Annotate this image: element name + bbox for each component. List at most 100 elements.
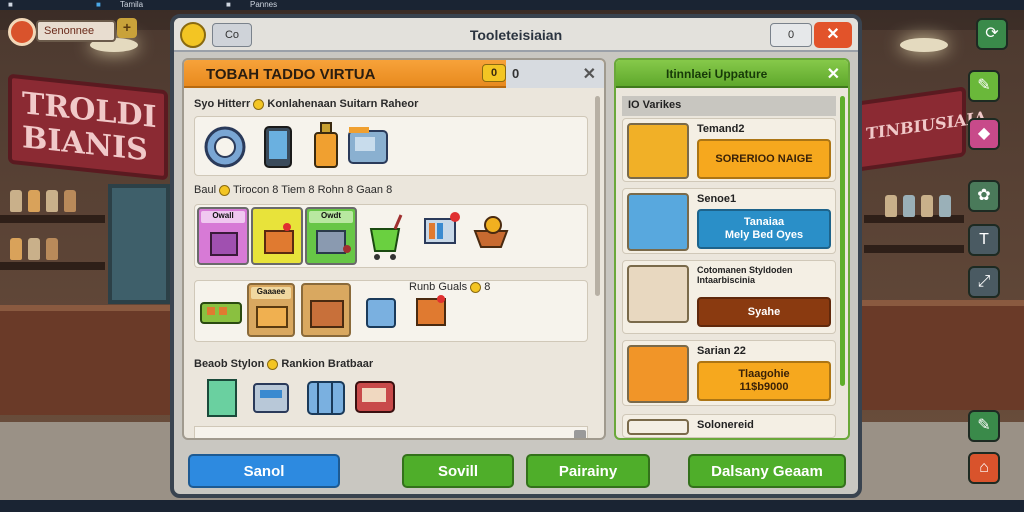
item-row: [194, 374, 588, 424]
currency-pill: Senonnee: [36, 20, 116, 42]
machine-item-icon[interactable]: [345, 123, 391, 169]
buy-button[interactable]: Pairainy: [526, 454, 650, 488]
cooler-item-icon[interactable]: [252, 378, 292, 418]
coin-icon: [470, 281, 482, 293]
shop-counter: [0, 305, 175, 415]
catalog-tab-number: 0: [512, 66, 520, 81]
app-icon: ■: [8, 0, 13, 9]
item-card[interactable]: Owdt: [305, 207, 357, 265]
tool-icon[interactable]: ✎: [968, 70, 1000, 102]
item-price-number: 8: [484, 281, 491, 293]
refresh-icon[interactable]: ⟳: [976, 18, 1008, 50]
shelf-bottle: [10, 238, 22, 260]
plant-icon[interactable]: ✿: [968, 180, 1000, 212]
item-card[interactable]: Owall: [197, 207, 249, 265]
upgrade-item-icon: [627, 419, 689, 435]
shop-counter: [859, 300, 1024, 410]
tank-item-icon[interactable]: [304, 374, 348, 420]
shelf-bottle: [885, 195, 897, 217]
item-card[interactable]: Gaaaee: [247, 283, 295, 337]
section-label-text: Syo Hitterr: [194, 98, 251, 110]
app-label: Tamila: [120, 0, 144, 9]
upgrade-item-icon: [627, 265, 689, 323]
window-control-button[interactable]: 0: [770, 23, 812, 47]
coin-icon: [219, 184, 231, 196]
add-currency-button[interactable]: +: [117, 18, 137, 38]
section-label-text: Konlahenaan Suitarn Raheor: [267, 98, 419, 110]
price-number: 8: [272, 184, 279, 196]
catalog-header: TOBAH TADDO VIRTUA 0 0 ✕: [184, 60, 604, 88]
upgrade-item: Temand2 SORERIOO NAIGE: [622, 118, 836, 182]
item-card[interactable]: [251, 207, 303, 265]
package-icon: [256, 306, 288, 328]
upgrade-item-icon: [627, 345, 689, 403]
upgrade-subheader: IO Varikes: [622, 96, 836, 116]
upgrade-item-button[interactable]: Syahe: [697, 297, 831, 327]
basket-item-icon[interactable]: [471, 211, 511, 251]
upgrade-title: Itinnlaei Uppature: [666, 67, 768, 81]
catalog-close-icon[interactable]: ✕: [583, 64, 596, 84]
bottle-item-icon[interactable]: [311, 121, 341, 171]
box-item-icon[interactable]: [413, 291, 449, 331]
ring-item-icon[interactable]: [201, 123, 249, 171]
confirm-button[interactable]: Dalsany Geaam: [688, 454, 846, 488]
coin-icon: [253, 98, 265, 110]
crate-icon: [310, 300, 344, 328]
upgrade-close-icon[interactable]: ✕: [827, 64, 840, 84]
expand-icon[interactable]: ⤢: [968, 266, 1000, 298]
top-bar: ■ ■ Tamila ■ Pannes: [0, 0, 1024, 10]
display-item-icon[interactable]: [423, 211, 461, 247]
shelf-bottle: [10, 190, 22, 212]
cancel-button[interactable]: Sanol: [188, 454, 340, 488]
item-card[interactable]: [301, 283, 351, 337]
box-icon: [210, 232, 238, 256]
ceiling-lamp: [900, 38, 948, 52]
shelf-bottle: [939, 195, 951, 217]
tray-item-icon[interactable]: [199, 295, 245, 329]
upgrade-item-button[interactable]: Tlaagohie 11$b9000: [697, 361, 831, 401]
register-icon: [316, 230, 351, 254]
upgrade-item-icon: [627, 193, 689, 251]
upgrade-scrollbar[interactable]: [840, 96, 845, 386]
gem-icon[interactable]: ◆: [968, 118, 1000, 150]
item-row: [194, 116, 588, 176]
scroll-down-icon[interactable]: [574, 430, 586, 438]
item-card-label: Owall: [201, 211, 245, 223]
fridge-item-icon[interactable]: [206, 376, 240, 420]
pencil-icon[interactable]: ✎: [968, 410, 1000, 442]
shelf-bottle: [64, 190, 76, 212]
oven-item-icon[interactable]: [354, 376, 398, 418]
sell-button[interactable]: Sovill: [402, 454, 514, 488]
catalog-scrollbar[interactable]: [595, 96, 600, 296]
price-label: Rohn: [317, 184, 344, 196]
shop-fridge: [108, 184, 170, 304]
price-number: 8: [346, 184, 354, 196]
upgrade-item-name: Cotomanen Styldoden Intaarbiscinia: [697, 265, 793, 285]
price-label: Tirocon: [232, 184, 270, 196]
section-label-text: Rankion Bratbaar: [281, 358, 374, 370]
window-title: Tooleteisiaian: [469, 27, 563, 43]
tin-item-icon[interactable]: [363, 291, 399, 331]
upgrade-item-button[interactable]: SORERIOO NAIGE: [697, 139, 831, 179]
cart-item-icon[interactable]: [365, 211, 405, 263]
window-header: Co Tooleteisiaian 0 ✕: [174, 18, 858, 52]
price-number: 8: [386, 184, 393, 196]
item-row: Owall Owdt: [194, 204, 588, 268]
hammer-icon[interactable]: T: [968, 224, 1000, 256]
item-card-label: Owdt: [309, 211, 353, 223]
back-button[interactable]: [8, 18, 36, 46]
shelf-bottle: [46, 238, 58, 260]
shelf-bottle: [28, 238, 40, 260]
coin-icon: [267, 358, 279, 370]
item-card-label: Gaaaee: [251, 287, 291, 299]
shop-icon[interactable]: ⌂: [968, 452, 1000, 484]
shelf: [0, 262, 105, 270]
upgrade-item: Sarian 22 Tlaagohie 11$b9000: [622, 340, 836, 406]
app-icon: ■: [226, 0, 231, 9]
upgrade-item-name: Sarian 22: [697, 345, 746, 357]
upgrade-item-icon: [627, 123, 689, 179]
phone-item-icon[interactable]: [261, 125, 297, 171]
window-close-button[interactable]: ✕: [814, 22, 852, 48]
upgrade-item-button[interactable]: Tanaiaa Mely Bed Oyes: [697, 209, 831, 249]
price-label: Gaan: [356, 184, 384, 196]
